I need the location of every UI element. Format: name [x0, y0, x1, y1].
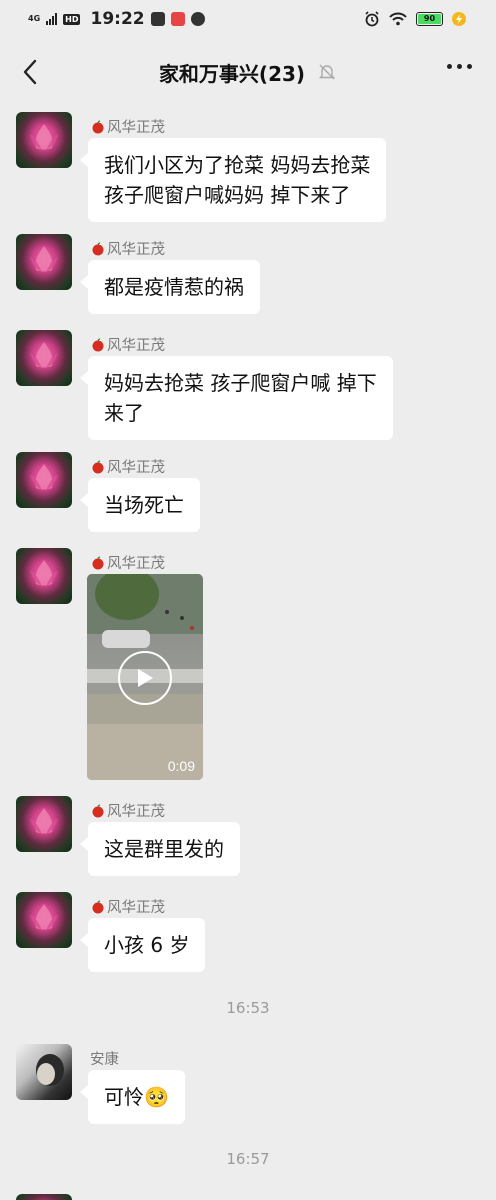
chat-title: 家和万事兴(23)	[158, 61, 306, 86]
avatar[interactable]	[16, 330, 72, 386]
timestamp: 16:57	[226, 1150, 270, 1168]
mute-bell-icon	[318, 64, 336, 80]
avatar[interactable]	[16, 234, 72, 290]
chat-header: 家和万事兴(23)	[0, 44, 496, 100]
avatar[interactable]	[16, 112, 72, 168]
sender-name: 风华正茂	[91, 800, 165, 821]
clock: 19:22	[90, 9, 145, 29]
play-button[interactable]	[118, 651, 172, 705]
avatar[interactable]	[16, 796, 72, 852]
book-app-icon	[150, 12, 165, 26]
message-bubble[interactable]: 都是疫情惹的祸	[80, 260, 260, 314]
apple-emoji-icon	[92, 803, 104, 817]
sender-name: 风华正茂	[91, 116, 165, 137]
video-message[interactable]: 0:09	[87, 574, 203, 780]
signal-icon	[46, 13, 58, 25]
wifi-icon	[389, 12, 407, 26]
hd-badge: HD	[63, 13, 81, 25]
avatar[interactable]	[16, 1194, 72, 1200]
sender-name: 安康	[90, 1052, 119, 1068]
video-duration: 0:09	[167, 758, 195, 774]
status-bar: 4G HD 19:22 90	[0, 0, 496, 38]
message-bubble[interactable]: 这是群里发的	[80, 822, 240, 876]
charging-icon	[452, 12, 466, 26]
sender-name: 风华正茂	[91, 456, 165, 477]
apple-emoji-icon	[92, 459, 104, 473]
network-type: 4G	[28, 14, 41, 23]
sender-name: 风华正茂	[91, 896, 165, 917]
avatar[interactable]	[16, 452, 72, 508]
apple-emoji-icon	[92, 119, 104, 133]
battery-icon: 90	[416, 12, 443, 26]
shop-app-icon	[170, 12, 185, 26]
apple-emoji-icon	[92, 555, 104, 569]
apple-emoji-icon	[92, 899, 104, 913]
avatar[interactable]	[16, 1044, 72, 1100]
apple-emoji-icon	[92, 241, 104, 255]
avatar[interactable]	[16, 892, 72, 948]
compass-app-icon	[190, 12, 205, 26]
back-chevron-icon[interactable]	[18, 58, 44, 86]
sender-name: 风华正茂	[91, 238, 165, 259]
alarm-icon	[365, 11, 379, 27]
timestamp: 16:53	[226, 999, 270, 1017]
message-bubble[interactable]: 小孩 6 岁	[79, 918, 206, 972]
sender-name: 风华正茂	[91, 334, 165, 355]
apple-emoji-icon	[92, 337, 104, 351]
play-icon	[138, 669, 153, 687]
message-bubble[interactable]: 我们小区为了抢菜 妈妈去抢菜 孩子爬窗户喊妈妈 掉下来了	[79, 138, 387, 222]
message-bubble[interactable]: 妈妈去抢菜 孩子爬窗户喊 掉下 来了	[80, 356, 393, 440]
more-dots-icon[interactable]	[447, 64, 472, 69]
message-bubble[interactable]: 可怜🥺	[80, 1070, 185, 1124]
sender-name: 风华正茂	[91, 552, 165, 573]
avatar[interactable]	[16, 548, 72, 604]
message-bubble[interactable]: 当场死亡	[80, 478, 200, 532]
